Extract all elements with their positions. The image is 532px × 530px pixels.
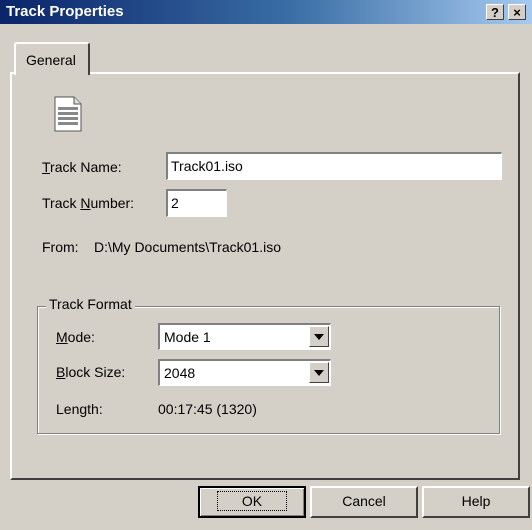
from-path: D:\My Documents\Track01.iso <box>94 239 281 255</box>
track-number-label: Track Number: <box>42 195 134 211</box>
track-number-label-accel: N <box>80 195 91 211</box>
from-label: From: <box>42 239 79 255</box>
tab-general[interactable]: General <box>14 42 90 75</box>
ok-button-label: OK <box>216 491 288 511</box>
document-icon <box>54 96 82 132</box>
length-label: Length: <box>56 401 103 417</box>
window-title: Track Properties <box>6 3 124 20</box>
mode-value: Mode 1 <box>164 329 211 345</box>
block-size-label-rest: lock Size: <box>65 364 126 380</box>
mode-select[interactable]: Mode 1 <box>158 323 331 350</box>
cancel-button[interactable]: Cancel <box>310 486 418 518</box>
chevron-down-icon[interactable] <box>309 326 329 347</box>
tab-general-label: General <box>26 52 76 68</box>
block-size-value: 2048 <box>164 365 196 381</box>
track-name-label: Track Name: <box>42 159 122 175</box>
track-name-label-accel: T <box>42 159 51 175</box>
chevron-down-icon[interactable] <box>309 362 329 383</box>
track-name-label-rest: rack Name: <box>50 159 122 175</box>
track-number-label-prefix: Track <box>42 195 81 211</box>
block-size-label-accel: B <box>56 364 66 380</box>
block-size-select[interactable]: 2048 <box>158 359 331 386</box>
close-button[interactable]: × <box>508 4 526 20</box>
ok-button[interactable]: OK <box>198 486 306 518</box>
track-name-input[interactable]: Track01.iso <box>166 152 502 180</box>
mode-label-accel: M <box>56 329 68 345</box>
track-number-label-rest: umber: <box>90 195 135 211</box>
length-value: 00:17:45 (1320) <box>158 401 257 417</box>
title-bar: Track Properties ? × <box>0 0 532 24</box>
block-size-label: Block Size: <box>56 364 125 380</box>
help-button[interactable]: Help <box>422 486 530 518</box>
track-format-title: Track Format <box>46 296 135 312</box>
track-number-input[interactable]: 2 <box>166 189 227 217</box>
mode-label: Mode: <box>56 329 95 345</box>
help-title-button[interactable]: ? <box>486 4 504 20</box>
mode-label-rest: ode: <box>67 329 95 345</box>
